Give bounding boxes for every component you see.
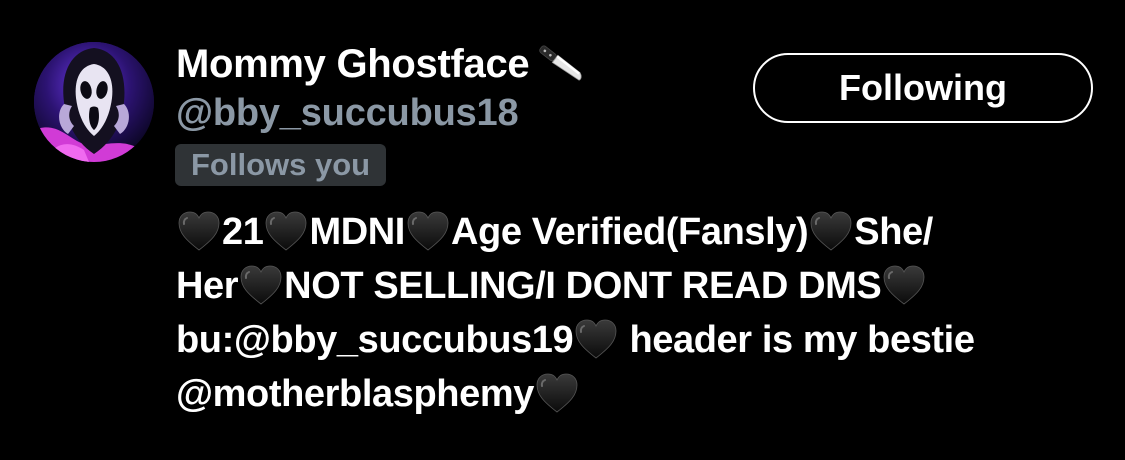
black-heart-icon [808,209,854,253]
avatar[interactable] [34,42,154,162]
display-name-row: Mommy Ghostface [176,38,589,90]
bio-mention-link[interactable]: bu:@bby_succubus19 [176,319,574,361]
bio-text: She/ [854,211,933,253]
bio-mention-link[interactable]: @motherblasphemy [176,373,534,415]
black-heart-icon [881,263,927,307]
bio-line: Her NOT SELLING/I DONT READ DMS [176,259,1106,313]
black-heart-icon [263,209,309,253]
user-handle[interactable]: @bby_succubus18 [176,92,519,135]
bio-text: Age Verified(Fansly) [450,211,809,253]
follows-you-badge: Follows you [175,144,387,186]
bio-line: bu:@bby_succubus19 header is my bestie [176,313,1106,367]
bio-text: MDNI [309,211,405,253]
following-button[interactable]: Following [753,53,1093,123]
bio-line: @motherblasphemy [176,367,1106,421]
black-heart-icon [534,371,580,415]
black-heart-icon [238,263,284,307]
display-name: Mommy Ghostface [176,41,530,86]
bio-text: header is my bestie [629,319,975,361]
profile-card: Mommy Ghostface @bby_succubus18 Follows … [0,0,1125,460]
kitchen-knife-icon [531,38,589,90]
black-heart-icon [176,209,222,253]
bio-line: 21 MDNI Age Verified(Fansly) She/ [176,205,1106,259]
profile-bio: 21 MDNI Age Verified(Fansly) She/ Her NOT SE… [176,205,1106,421]
bio-text: Her [176,265,239,307]
ghostface-avatar-image [34,42,154,162]
bio-text: 21 [222,211,264,253]
bio-text: NOT SELLING/I DONT READ DMS [284,265,882,307]
black-heart-icon [405,209,451,253]
black-heart-icon [573,317,619,361]
